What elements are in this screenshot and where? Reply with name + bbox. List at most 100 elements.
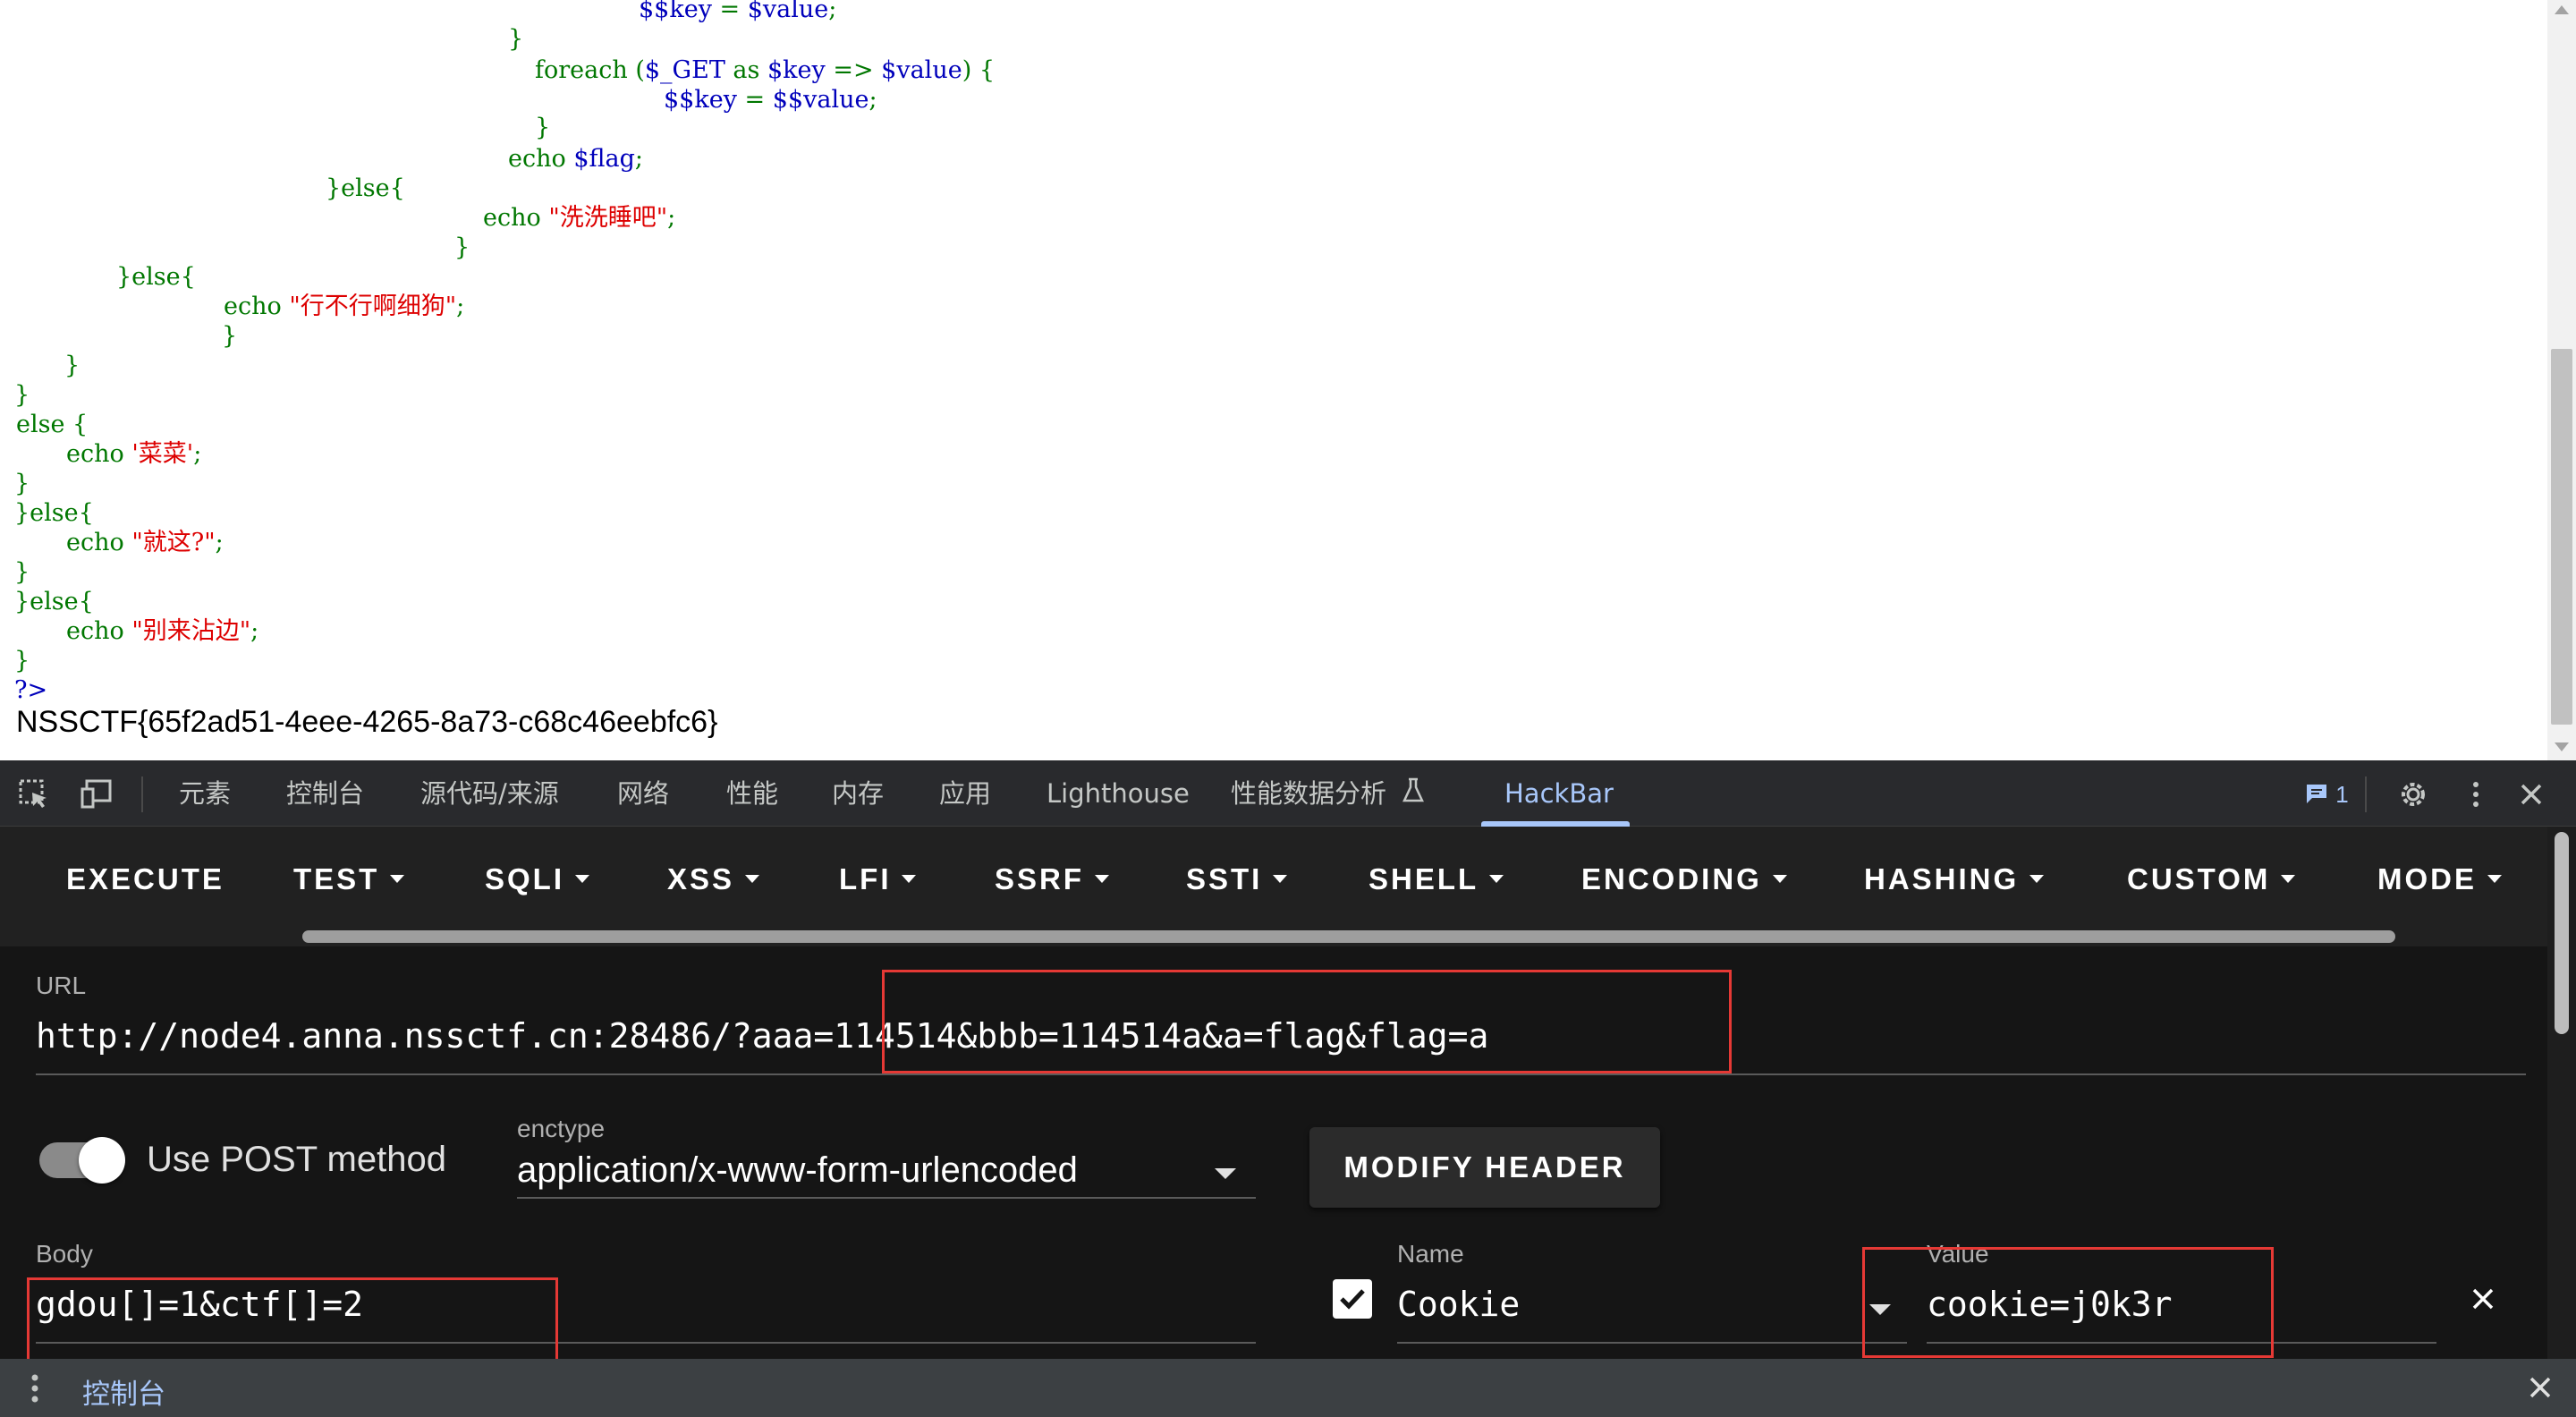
enctype-select[interactable]: application/x-www-form-urlencoded: [517, 1150, 1078, 1191]
code-token: =: [736, 86, 773, 114]
toolbar-divider: [141, 776, 143, 812]
lfi-menu[interactable]: LFI: [839, 857, 917, 902]
ssti-menu[interactable]: SSTI: [1186, 857, 1288, 902]
code-line: echo "就这?";: [66, 528, 224, 557]
code-line: ?>: [14, 675, 47, 705]
code-token: }else{: [14, 588, 94, 615]
caret-down-icon: [1273, 874, 1288, 883]
toolbar-divider: [2365, 776, 2367, 812]
page-scrollbar-thumb[interactable]: [2551, 349, 2572, 725]
code-token: else {: [16, 411, 89, 438]
header-name-label: Name: [1397, 1240, 1464, 1268]
body-highlight-box: [27, 1277, 558, 1363]
code-token: $value: [881, 56, 962, 84]
scroll-up-arrow-icon[interactable]: [2555, 5, 2569, 14]
dropdown-arrow-icon[interactable]: [1215, 1168, 1236, 1179]
code-line: }: [222, 321, 237, 351]
code-token: echo: [66, 617, 132, 645]
ssti-label: SSTI: [1186, 862, 1263, 895]
inspect-element-icon[interactable]: [18, 778, 50, 810]
caret-down-icon: [2281, 874, 2296, 883]
hashing-menu[interactable]: HASHING: [1864, 857, 2045, 902]
drawer-tab-console[interactable]: 控制台: [82, 1371, 165, 1412]
tab-performance[interactable]: 性能: [726, 760, 778, 827]
issues-counter[interactable]: 1: [2304, 780, 2349, 809]
body-label: Body: [36, 1240, 93, 1268]
gear-icon[interactable]: [2397, 778, 2429, 810]
code-token: ;: [250, 617, 259, 645]
tab-performance-insights-label: 性能数据分析: [1231, 778, 1387, 809]
code-token: echo: [224, 293, 290, 320]
code-token: "洗洗睡吧": [548, 204, 668, 232]
caret-down-icon: [902, 874, 917, 883]
shell-menu[interactable]: SHELL: [1368, 857, 1504, 902]
code-line: $$key = $$value;: [664, 85, 877, 115]
tab-elements[interactable]: 元素: [179, 760, 231, 827]
test-menu[interactable]: TEST: [293, 857, 405, 902]
code-line: }else{: [14, 498, 94, 528]
close-icon[interactable]: [2515, 778, 2547, 810]
message-icon: [2304, 782, 2329, 811]
url-input-underline: [36, 1073, 2526, 1075]
tab-performance-insights[interactable]: 性能数据分析: [1231, 760, 1425, 827]
code-token: }: [454, 233, 470, 261]
tab-lighthouse[interactable]: Lighthouse: [1046, 760, 1190, 827]
checkmark-icon: [1340, 1289, 1365, 1310]
execute-label: EXECUTE: [66, 862, 225, 895]
tab-application[interactable]: 应用: [939, 760, 991, 827]
code-token: ?>: [14, 676, 48, 704]
post-method-toggle-knob[interactable]: [79, 1137, 125, 1184]
code-token: echo: [508, 145, 574, 173]
code-token: echo: [483, 204, 549, 232]
shell-label: SHELL: [1368, 862, 1479, 895]
caret-down-icon: [2487, 874, 2502, 883]
code-token: ;: [456, 293, 465, 320]
header-enabled-checkbox[interactable]: [1333, 1279, 1372, 1319]
execute-button[interactable]: EXECUTE: [66, 857, 225, 902]
drawer-close-icon[interactable]: [2522, 1370, 2558, 1405]
caret-down-icon: [1772, 874, 1787, 883]
issues-count: 1: [2335, 781, 2349, 808]
code-token: as: [724, 56, 767, 84]
header-name-underline: [1397, 1342, 1907, 1344]
code-line: }: [535, 113, 550, 142]
tab-hackbar[interactable]: HackBar: [1504, 760, 1614, 827]
code-token: ;: [828, 0, 837, 23]
device-toolbar-icon[interactable]: [80, 778, 113, 810]
code-line: }else{: [116, 262, 196, 292]
enctype-label: enctype: [517, 1115, 606, 1142]
custom-menu[interactable]: CUSTOM: [2127, 857, 2296, 902]
header-name-input[interactable]: Cookie: [1397, 1285, 1520, 1324]
code-line: }else{: [326, 174, 405, 203]
tab-console[interactable]: 控制台: [286, 760, 364, 827]
ssrf-menu[interactable]: SSRF: [995, 857, 1110, 902]
code-token: =: [711, 0, 748, 23]
tab-network[interactable]: 网络: [617, 760, 669, 827]
mode-label: MODE: [2377, 862, 2477, 895]
remove-header-icon[interactable]: [2465, 1281, 2501, 1317]
sqli-menu[interactable]: SQLI: [485, 857, 590, 902]
flask-icon: [1402, 762, 1425, 828]
code-token: }else{: [116, 263, 196, 291]
code-token: $value: [747, 0, 829, 23]
modify-header-button[interactable]: MODIFY HEADER: [1309, 1127, 1660, 1208]
ssrf-label: SSRF: [995, 862, 1085, 895]
xss-menu[interactable]: XSS: [667, 857, 760, 902]
drawer-menu-icon[interactable]: [30, 1373, 39, 1404]
code-line: }: [14, 469, 30, 498]
code-token: $$key: [639, 0, 712, 23]
more-options-icon[interactable]: [2460, 778, 2492, 810]
menu-horizontal-scrollbar[interactable]: [302, 930, 2395, 943]
code-token: "行不行啊细狗": [289, 293, 457, 320]
tab-memory[interactable]: 内存: [832, 760, 884, 827]
scroll-down-arrow-icon[interactable]: [2555, 742, 2569, 751]
mode-menu[interactable]: MODE: [2377, 857, 2502, 902]
hackbar-scrollbar-thumb[interactable]: [2555, 832, 2569, 1034]
code-line: $$key = $value;: [639, 0, 836, 24]
caret-down-icon: [1095, 874, 1110, 883]
tab-sources[interactable]: 源代码/来源: [420, 760, 559, 827]
hackbar-menu: EXECUTE TEST SQLI XSS LFI SSRF SSTI SHEL…: [0, 827, 2547, 946]
code-token: '菜菜': [131, 440, 194, 468]
code-token: $_GET: [644, 56, 725, 84]
encoding-menu[interactable]: ENCODING: [1581, 857, 1787, 902]
